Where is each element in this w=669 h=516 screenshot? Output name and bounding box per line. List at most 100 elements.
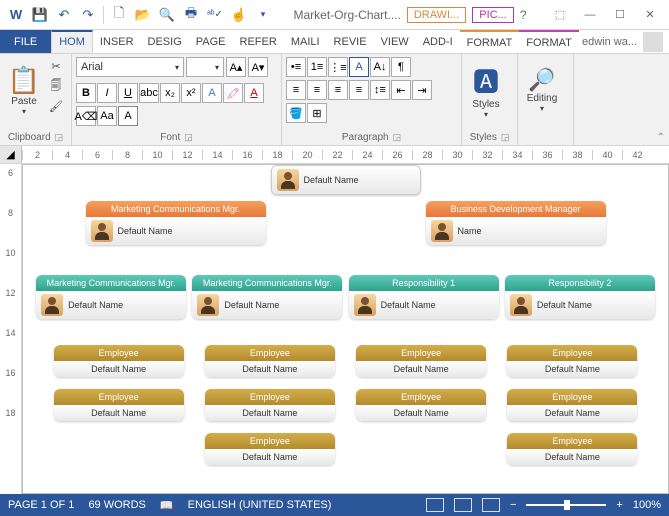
vertical-ruler[interactable]: 681012141618 [0,164,22,494]
qat-new-icon[interactable]: 🗋 [107,3,131,27]
editing-button[interactable]: 🔎 Editing ▾ [522,57,562,123]
shrink-font-icon[interactable]: A▾ [248,57,268,77]
undo-icon[interactable]: ↶ [52,3,76,27]
numbering-icon[interactable]: 1≡ [307,57,327,77]
horizontal-ruler[interactable]: ◢ 24681012141618202224262830323436384042 [0,146,669,164]
qat-touch-icon[interactable]: ☝ [227,3,251,27]
qat-open-icon[interactable]: 📂 [131,3,155,27]
org-card-l2b[interactable]: Business Development Manager Name [426,201,606,245]
paragraph-launcher-icon[interactable]: ◲ [393,132,402,143]
font-launcher-icon[interactable]: ◲ [184,132,193,143]
qat-more-icon[interactable]: ▾ [251,3,275,27]
justify-icon[interactable]: ≡ [349,80,369,100]
bold-button[interactable]: B [76,83,96,103]
tab-page-layout[interactable]: PAGE [189,30,233,53]
org-card-l3a[interactable]: Marketing Communications Mgr. Default Na… [36,275,186,319]
align-center-icon[interactable]: ≡ [307,80,327,100]
tab-design[interactable]: DESIG [141,30,189,53]
strikethrough-button[interactable]: abc [139,83,159,103]
spell-check-icon[interactable]: 📖 [160,499,174,512]
tab-file[interactable]: FILE [0,30,51,53]
line-spacing-icon[interactable]: ↕≡ [370,80,390,100]
multilevel-icon[interactable]: ⋮≡ [328,57,348,77]
zoom-out-icon[interactable]: − [510,499,516,511]
org-card-emp[interactable]: EmployeeDefault Name [507,345,637,377]
qat-preview-icon[interactable]: 🔍 [155,3,179,27]
user-avatar-icon[interactable] [643,32,663,52]
decrease-indent-icon[interactable]: ⇤ [391,80,411,100]
clipboard-launcher-icon[interactable]: ◲ [55,132,64,143]
clear-format-icon[interactable]: A⌫ [76,106,96,126]
copy-icon[interactable]: 🗐 [47,77,65,95]
tab-addins[interactable]: ADD-I [416,30,460,53]
org-card-emp[interactable]: EmployeeDefault Name [205,345,335,377]
read-mode-icon[interactable] [426,498,444,512]
show-marks-icon[interactable]: ¶ [391,57,411,77]
tab-drawing-format[interactable]: FORMAT [460,30,520,53]
styles-button[interactable]: 🅰 Styles ▾ [466,57,506,123]
tab-mailings[interactable]: MAILI [284,30,327,53]
borders-icon[interactable]: ⊞ [307,103,327,123]
help-icon[interactable]: ? [520,8,527,22]
tab-insert[interactable]: INSER [93,30,141,53]
org-card-emp[interactable]: EmployeeDefault Name [507,389,637,421]
bullets-icon[interactable]: •≡ [286,57,306,77]
document-canvas[interactable]: Default Name Marketing Communications Mg… [22,164,669,494]
font-color-icon[interactable]: A [244,83,264,103]
org-card-l3b[interactable]: Marketing Communications Mgr. Default Na… [192,275,342,319]
grow-font-icon[interactable]: A▴ [226,57,246,77]
org-card-emp[interactable]: EmployeeDefault Name [507,433,637,465]
org-card-emp[interactable]: EmployeeDefault Name [356,345,486,377]
zoom-in-icon[interactable]: + [616,499,622,511]
maximize-icon[interactable]: ☐ [605,3,635,27]
textbox-icon[interactable]: A [349,57,369,77]
zoom-slider[interactable] [526,504,606,506]
save-icon[interactable]: 💾 [28,3,52,27]
tab-references[interactable]: REFER [233,30,284,53]
user-area[interactable]: edwin wa... [582,30,669,53]
print-layout-icon[interactable] [454,498,472,512]
text-effects-icon[interactable]: A [202,83,222,103]
superscript-button[interactable]: x² [181,83,201,103]
styles-launcher-icon[interactable]: ◲ [501,132,510,143]
word-count[interactable]: 69 WORDS [88,499,145,511]
org-card-l3d[interactable]: Responsibility 2 Default Name [505,275,655,319]
org-card-emp[interactable]: EmployeeDefault Name [54,389,184,421]
org-card-l3c[interactable]: Responsibility 1 Default Name [349,275,499,319]
char-border-icon[interactable]: A [118,106,138,126]
font-size-combo[interactable]: ▾ [186,57,224,77]
collapse-ribbon-icon[interactable]: ⌃ [657,132,665,143]
paste-button[interactable]: 📋 Paste ▾ [4,57,44,123]
org-card-emp[interactable]: EmployeeDefault Name [205,389,335,421]
web-layout-icon[interactable] [482,498,500,512]
subscript-button[interactable]: x₂ [160,83,180,103]
language-indicator[interactable]: ENGLISH (UNITED STATES) [188,499,332,511]
minimize-icon[interactable]: — [575,3,605,27]
page-indicator[interactable]: PAGE 1 OF 1 [8,499,74,511]
full-screen-icon[interactable]: ⬚ [545,3,575,27]
tab-view[interactable]: VIEW [374,30,416,53]
highlight-icon[interactable]: 🖍 [223,83,243,103]
format-painter-icon[interactable]: 🖌 [47,97,65,115]
org-card-l2a[interactable]: Marketing Communications Mgr. Default Na… [86,201,266,245]
redo-icon[interactable]: ↷ [76,3,100,27]
org-card-top[interactable]: Default Name [271,165,421,195]
cut-icon[interactable]: ✂ [47,57,65,75]
font-name-combo[interactable]: Arial▾ [76,57,184,77]
zoom-level[interactable]: 100% [633,499,661,511]
change-case-icon[interactable]: Aa [97,106,117,126]
align-left-icon[interactable]: ≡ [286,80,306,100]
org-card-emp[interactable]: EmployeeDefault Name [54,345,184,377]
increase-indent-icon[interactable]: ⇥ [412,80,432,100]
qat-spell-icon[interactable]: ᵃᵇ✓ [203,3,227,27]
org-card-emp[interactable]: EmployeeDefault Name [205,433,335,465]
tab-home[interactable]: HOM [51,30,93,53]
org-card-emp[interactable]: EmployeeDefault Name [356,389,486,421]
italic-button[interactable]: I [97,83,117,103]
qat-print-icon[interactable]: 🖶 [179,3,203,27]
close-icon[interactable]: ✕ [635,3,665,27]
align-right-icon[interactable]: ≡ [328,80,348,100]
underline-button[interactable]: U [118,83,138,103]
tab-review[interactable]: REVIE [327,30,374,53]
tab-picture-format[interactable]: FORMAT [519,30,579,53]
